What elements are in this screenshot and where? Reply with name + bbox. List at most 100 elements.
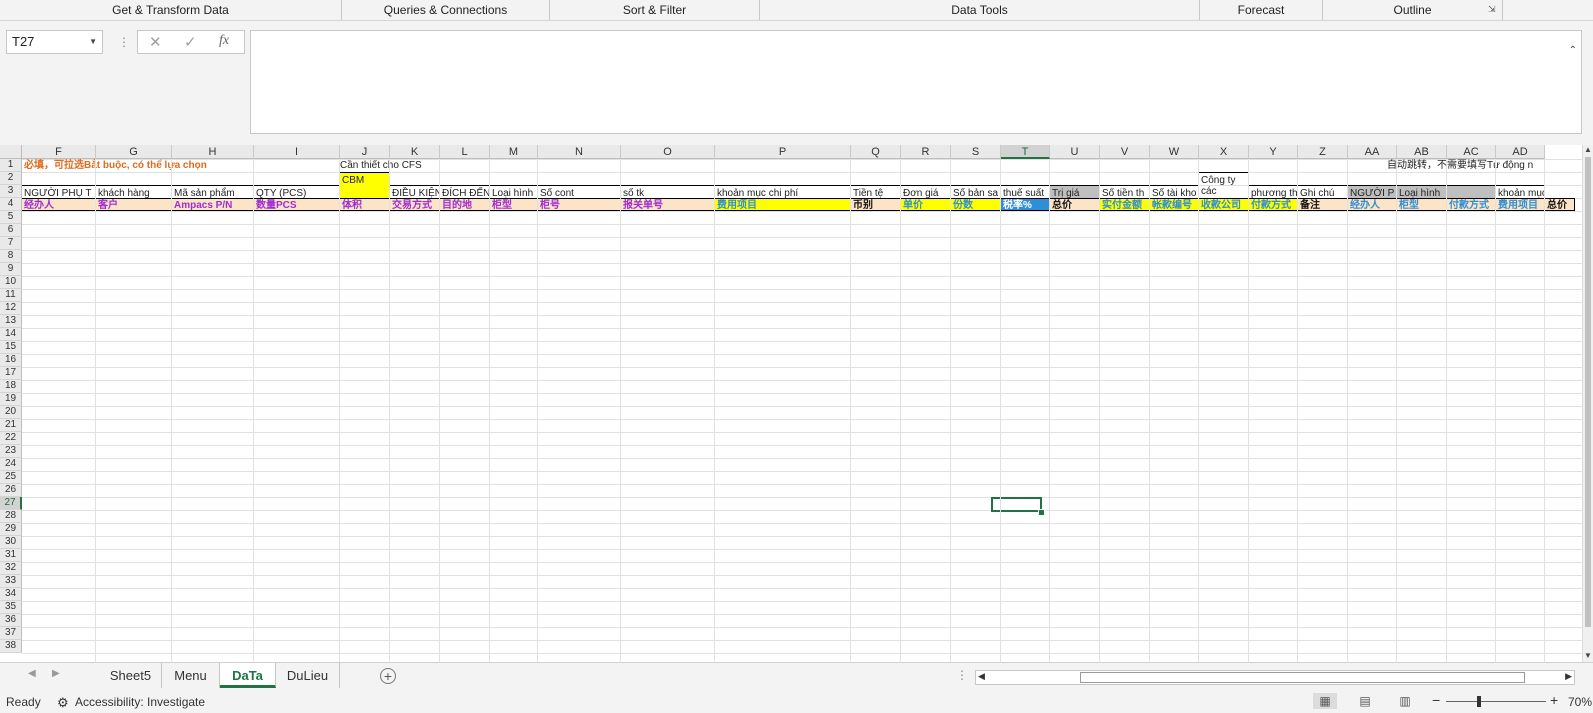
column-header-g[interactable]: G	[96, 145, 172, 159]
row-header-20[interactable]: 20	[0, 406, 22, 419]
header-cell-ae3[interactable]: 总价	[1545, 198, 1575, 211]
row-header-36[interactable]: 36	[0, 614, 22, 627]
header-cell-ab3[interactable]: 柜型	[1397, 198, 1447, 211]
row-header-28[interactable]: 28	[0, 510, 22, 523]
name-box[interactable]: T27 ▼	[6, 30, 103, 54]
column-header-ab[interactable]: AB	[1397, 145, 1447, 159]
row-header-9[interactable]: 9	[0, 263, 22, 276]
row-header-37[interactable]: 37	[0, 627, 22, 640]
row-header-2[interactable]: 2	[0, 172, 22, 185]
header-cell-z3[interactable]: 备注	[1298, 198, 1348, 211]
vertical-scrollbar[interactable]: ▲ ▼	[1582, 145, 1593, 662]
header-cell-f2[interactable]: NGƯỜI PHỤ T	[22, 185, 96, 198]
tab-data[interactable]: DaTa	[220, 663, 276, 688]
header-cell-ac2[interactable]	[1447, 185, 1496, 198]
header-cell-x3[interactable]: 收款公司	[1199, 198, 1249, 211]
row-header-10[interactable]: 10	[0, 276, 22, 289]
header-cell-m2[interactable]: Loại hình	[490, 185, 538, 198]
header-cell-h2[interactable]: Mã sản phẩm	[172, 185, 254, 198]
row-header-35[interactable]: 35	[0, 601, 22, 614]
zoom-in-icon[interactable]: +	[1550, 692, 1558, 708]
row-header-13[interactable]: 13	[0, 315, 22, 328]
formula-input[interactable]: ⌃	[250, 30, 1582, 134]
spreadsheet-grid[interactable]: F G H I J K L M N O P Q R S T U V W X Y Z AA AB AC AD 1234567891…	[0, 145, 1593, 662]
header-cell-n3[interactable]: 柜号	[538, 198, 621, 211]
row-header-17[interactable]: 17	[0, 367, 22, 380]
row-header-6[interactable]: 6	[0, 224, 22, 237]
column-header-l[interactable]: L	[440, 145, 490, 159]
row-header-23[interactable]: 23	[0, 445, 22, 458]
header-cell-q3[interactable]: 币别	[851, 198, 901, 211]
row-header-38[interactable]: 38	[0, 640, 22, 653]
row-header-32[interactable]: 32	[0, 562, 22, 575]
insert-function-icon[interactable]: fx	[219, 33, 229, 49]
row-header-24[interactable]: 24	[0, 458, 22, 471]
header-cell-aa2[interactable]: NGƯỜI P	[1348, 185, 1397, 198]
zoom-out-icon[interactable]: −	[1432, 692, 1440, 708]
column-header-aa[interactable]: AA	[1348, 145, 1397, 159]
row-header-25[interactable]: 25	[0, 471, 22, 484]
splitter-handle[interactable]: ⋮	[956, 668, 968, 682]
row-header-5[interactable]: 5	[0, 211, 22, 224]
header-cell-g3[interactable]: 客户	[96, 198, 172, 211]
row-header-26[interactable]: 26	[0, 484, 22, 497]
horizontal-scrollbar[interactable]: ◀ ▶	[975, 670, 1575, 685]
header-cell-r3[interactable]: 单价	[901, 198, 951, 211]
header-cell-u2[interactable]: Trị giá	[1050, 185, 1100, 198]
tab-menu[interactable]: Menu	[162, 663, 220, 688]
scroll-up-icon[interactable]: ▲	[1584, 145, 1592, 154]
header-cell-v3[interactable]: 实付金额	[1100, 198, 1150, 211]
row-header-3[interactable]: 3	[0, 185, 22, 198]
row-header-33[interactable]: 33	[0, 575, 22, 588]
column-header-x[interactable]: X	[1199, 145, 1249, 159]
column-header-p[interactable]: P	[715, 145, 851, 159]
header-cell-f3[interactable]: 经办人	[22, 198, 96, 211]
header-cell-ab2[interactable]: Loại hình	[1397, 185, 1447, 198]
column-header-f[interactable]: F	[22, 145, 96, 159]
header-cell-i3[interactable]: 数量PCS	[254, 198, 340, 211]
header-cell-m3[interactable]: 柜型	[490, 198, 538, 211]
tab-scroll-left-icon[interactable]: ◀	[28, 668, 36, 679]
row-header-15[interactable]: 15	[0, 341, 22, 354]
header-cell-w2[interactable]: Số tài kho	[1150, 185, 1199, 198]
column-header-w[interactable]: W	[1150, 145, 1199, 159]
header-cell-x2[interactable]: Công ty các	[1199, 172, 1249, 198]
row-header-27[interactable]: 27	[0, 497, 22, 510]
header-cell-s3[interactable]: 份数	[951, 198, 1001, 211]
row-header-11[interactable]: 11	[0, 289, 22, 302]
header-cell-g2[interactable]: khách hàng	[96, 185, 172, 198]
row-header-16[interactable]: 16	[0, 354, 22, 367]
fill-handle[interactable]	[1038, 509, 1045, 516]
zoom-slider-thumb[interactable]	[1477, 696, 1481, 707]
select-all-corner[interactable]	[0, 145, 22, 159]
row-header-21[interactable]: 21	[0, 419, 22, 432]
header-cell-ad2[interactable]: khoản mục chi	[1496, 185, 1545, 198]
column-header-o[interactable]: O	[621, 145, 715, 159]
header-cell-y3[interactable]: 付款方式	[1249, 198, 1298, 211]
column-header-j[interactable]: J	[340, 145, 390, 159]
zoom-level[interactable]: 70%	[1568, 695, 1592, 709]
header-cell-y2[interactable]: phương th	[1249, 185, 1298, 198]
row-header-30[interactable]: 30	[0, 536, 22, 549]
active-cell-T27[interactable]	[991, 497, 1042, 512]
horizontal-scroll-thumb[interactable]	[1080, 672, 1525, 683]
header-cell-q2[interactable]: Tiền tệ	[851, 185, 901, 198]
scroll-down-icon[interactable]: ▼	[1584, 651, 1592, 660]
header-cell-t3[interactable]: 税率%	[1001, 198, 1050, 211]
header-cell-p2[interactable]: khoản mục chi phí	[715, 185, 851, 198]
row-header-19[interactable]: 19	[0, 393, 22, 406]
column-header-ad[interactable]: AD	[1496, 145, 1545, 159]
column-header-z[interactable]: Z	[1298, 145, 1348, 159]
header-cell-r2[interactable]: Đơn giá	[901, 185, 951, 198]
column-header-r[interactable]: R	[901, 145, 951, 159]
row-header-7[interactable]: 7	[0, 237, 22, 250]
column-header-i[interactable]: I	[254, 145, 340, 159]
row-header-31[interactable]: 31	[0, 549, 22, 562]
header-cell-l2[interactable]: ĐÍCH ĐẾN	[440, 185, 490, 198]
scroll-right-icon[interactable]: ▶	[1565, 671, 1572, 682]
row-header-1[interactable]: 1	[0, 159, 22, 172]
header-cell-k3[interactable]: 交易方式	[390, 198, 440, 211]
column-header-k[interactable]: K	[390, 145, 440, 159]
column-header-s[interactable]: S	[951, 145, 1001, 159]
dialog-launcher-icon[interactable]: ⇲	[1488, 4, 1498, 14]
